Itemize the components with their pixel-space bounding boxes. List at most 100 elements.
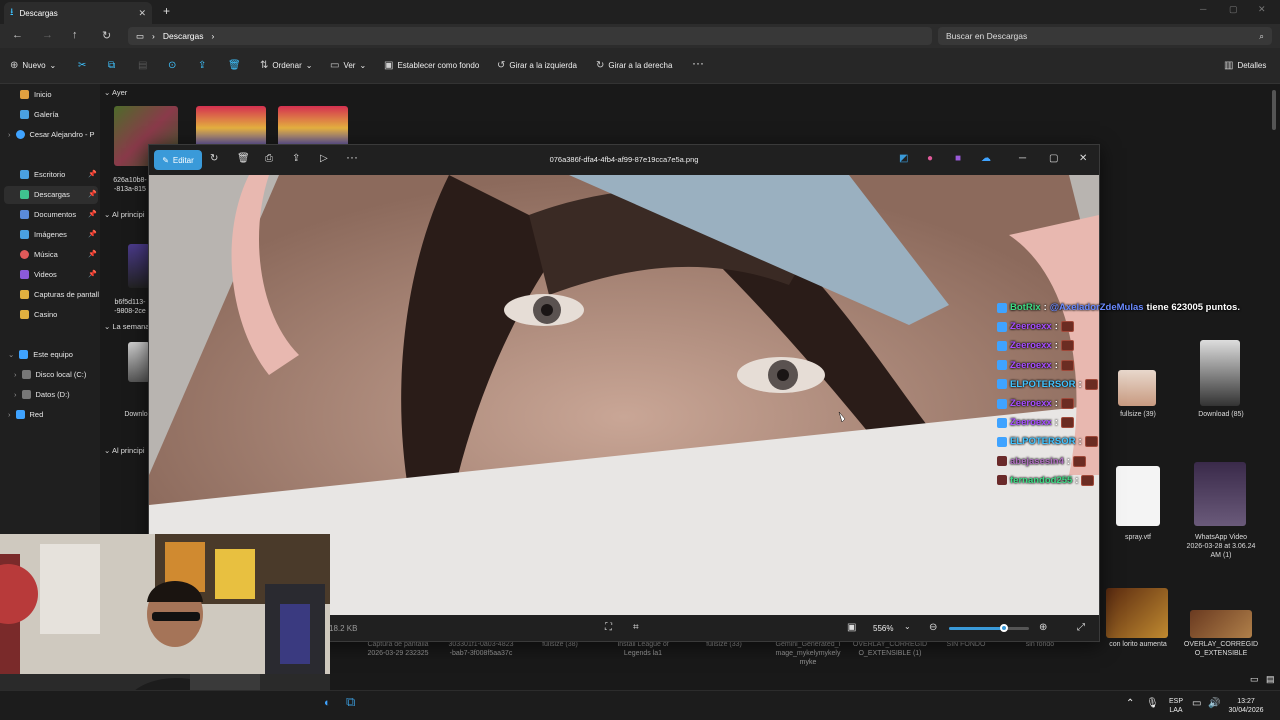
delete-icon[interactable]: 🗑 [228, 60, 241, 71]
group-header-al-principio[interactable]: ⌄ Al principi [104, 210, 144, 219]
sidebar-item-videos[interactable]: Videos [20, 270, 57, 279]
chat-badge-icon [997, 340, 1007, 351]
chat-text: : [1054, 359, 1058, 371]
sidebar-item-galeria[interactable]: Galería [20, 110, 59, 119]
sidebar-item-documentos[interactable]: Documentos [20, 210, 76, 219]
command-bar: ⊕ Nuevo ⌄ ✂ ⧉ ▤ ⊙ ⇪ 🗑 ⇅ Ordenar ⌄ ▭ Ver … [0, 48, 1280, 84]
view-toggle-icon[interactable]: ▤ [1266, 675, 1275, 684]
microphone-icon[interactable]: 🎙 [1146, 699, 1159, 709]
sidebar-item-imagenes[interactable]: Imágenes [20, 230, 67, 239]
fit-screen-icon[interactable]: ⛶ [605, 622, 612, 633]
rotate-left-button[interactable]: ↺ Girar a la izquierda [497, 60, 577, 71]
details-button[interactable]: ▥ Detalles [1224, 60, 1266, 71]
file-name: WhatsApp Video 2026-03-28 at 3.06.24 AM … [1186, 534, 1256, 559]
vscode-icon[interactable]: ⧉ [346, 695, 355, 708]
sidebar-item-escritorio[interactable]: Escritorio [20, 170, 65, 179]
view-button[interactable]: ▭ Ver ⌄ [330, 60, 366, 71]
sidebar-item-capturas[interactable]: Capturas de pantall [20, 290, 99, 299]
zoom-out-icon[interactable]: ⊖ [929, 622, 937, 633]
chat-text: : [1054, 417, 1058, 429]
rename-icon[interactable]: ⊙ [168, 60, 176, 71]
search-input[interactable]: Buscar en Descargas ⌕ [938, 27, 1272, 45]
file-thumbnail[interactable] [1106, 588, 1168, 638]
clock[interactable]: 13:27 30/04/2026 [1226, 697, 1266, 715]
group-header-ayer[interactable]: ⌄ Ayer [104, 88, 127, 97]
chat-badge-icon [997, 417, 1007, 428]
cut-icon[interactable]: ✂ [78, 60, 86, 71]
sidebar-item-inicio[interactable]: Inicio [20, 90, 52, 99]
desktop-icon [20, 170, 29, 179]
zoom-slider-thumb[interactable] [1000, 624, 1008, 632]
breadcrumb[interactable]: ▭ › Descargas › [128, 27, 932, 45]
close-window-icon[interactable]: ✕ [1258, 4, 1266, 15]
chat-username: ELPOTERSOR [1010, 436, 1076, 448]
onedrive-icon[interactable]: ☁ [981, 153, 991, 164]
sidebar-item-musica[interactable]: Música [20, 250, 58, 259]
file-thumbnail[interactable] [128, 244, 150, 288]
sort-button[interactable]: ⇅ Ordenar ⌄ [260, 60, 312, 71]
app-icon[interactable]: ◐ [324, 698, 331, 709]
group-header-al-principio-2[interactable]: ⌄ Al principi [104, 446, 144, 455]
sidebar-item-red[interactable]: › Red [8, 410, 43, 419]
minimize-icon[interactable]: ─ [1200, 4, 1206, 14]
close-tab-icon[interactable]: ✕ [138, 8, 146, 19]
share-icon[interactable]: ⇪ [198, 60, 206, 71]
fullscreen-icon[interactable]: ⤢ [1077, 622, 1085, 633]
scan-text-icon[interactable]: ⌗ [633, 622, 639, 633]
navigation-pane: Inicio Galería › Cesar Alejandro - P Escr… [0, 84, 100, 534]
maximize-icon[interactable]: ▢ [1229, 4, 1238, 15]
maximize-icon[interactable]: ▢ [1049, 153, 1058, 164]
refresh-button[interactable]: ↻ [102, 29, 111, 42]
volume-icon[interactable]: 🔊 [1208, 699, 1220, 709]
more-options-icon[interactable]: ··· [692, 56, 704, 70]
zoom-slider[interactable] [949, 624, 1029, 632]
minimize-icon[interactable]: ─ [1019, 153, 1026, 164]
actual-size-icon[interactable]: ▣ [847, 622, 856, 633]
paint-app-icon[interactable]: ● [927, 153, 933, 164]
paste-icon[interactable]: ▤ [138, 60, 147, 71]
rotate-right-label: Girar a la derecha [608, 61, 673, 70]
zoom-in-icon[interactable]: ⊕ [1039, 622, 1047, 633]
close-icon[interactable]: ✕ [1079, 153, 1087, 164]
file-name: OVERLAY_CORREGID O_EXTENSIBLE (1) [852, 641, 928, 657]
forward-button[interactable]: → [42, 29, 53, 41]
chat-emote-icon [1084, 436, 1098, 448]
show-hidden-icons[interactable]: ⌃ [1126, 699, 1134, 709]
new-button[interactable]: ⊕ Nuevo ⌄ [10, 60, 56, 71]
back-button[interactable]: ← [12, 29, 23, 41]
file-name: Captura de pantalla 2026-03-29 232325 [367, 641, 429, 657]
zoom-level[interactable]: 556% [873, 624, 893, 633]
sidebar-item-casino[interactable]: Casino [20, 310, 57, 319]
rotate-right-button[interactable]: ↻ Girar a la derecha [596, 60, 672, 71]
chat-emote-icon [1060, 340, 1074, 352]
pin-icon: 📌 [88, 231, 97, 238]
copy-icon[interactable]: ⧉ [108, 60, 115, 71]
sidebar-item-descargas[interactable]: Descargas [20, 190, 70, 199]
set-background-button[interactable]: ▣ Establecer como fondo [384, 60, 479, 71]
sidebar-item-label: Imágenes [34, 230, 67, 239]
sidebar-item-onedrive[interactable]: › Cesar Alejandro - P [8, 130, 95, 139]
new-tab-button[interactable]: + [163, 4, 170, 18]
chat-username: Zeeroexx [1010, 321, 1052, 333]
group-header-la-semana[interactable]: ⌄ La semana [104, 322, 149, 331]
display-icon[interactable]: ▭ [1192, 699, 1201, 709]
sidebar-item-este-equipo[interactable]: ⌄ Este equipo [8, 350, 73, 359]
address-bar: ← → ↑ ↻ ▭ › Descargas › Buscar en Descar… [0, 24, 1280, 48]
file-thumbnail[interactable] [1190, 610, 1252, 638]
breadcrumb-item[interactable]: Descargas [163, 31, 204, 41]
chevron-down-icon[interactable]: ⌄ [904, 622, 911, 631]
sidebar-item-datos-d[interactable]: › Datos (D:) [14, 390, 70, 399]
file-name: Install League of Legends la1 [617, 641, 669, 657]
language-indicator[interactable]: ESP LAA [1166, 697, 1186, 715]
stream-chat-overlay: BotRix: @AxeladorZdeMulas tiene 623005 pu… [997, 298, 1280, 490]
language-top: ESP [1168, 698, 1183, 705]
sidebar-item-disco-c[interactable]: › Disco local (C:) [14, 370, 86, 379]
scrollbar[interactable] [1272, 90, 1276, 130]
show-desktop-icon[interactable]: ▭ [1250, 675, 1259, 684]
breadcrumb-chevron-end: › [211, 31, 215, 41]
clipchamp-icon[interactable]: ■ [955, 153, 961, 164]
designer-app-icon[interactable]: ◩ [899, 153, 908, 164]
file-thumbnail[interactable] [128, 342, 150, 382]
tab-descargas[interactable]: ⭳ Descargas ✕ [4, 2, 152, 24]
up-button[interactable]: ↑ [72, 29, 78, 41]
